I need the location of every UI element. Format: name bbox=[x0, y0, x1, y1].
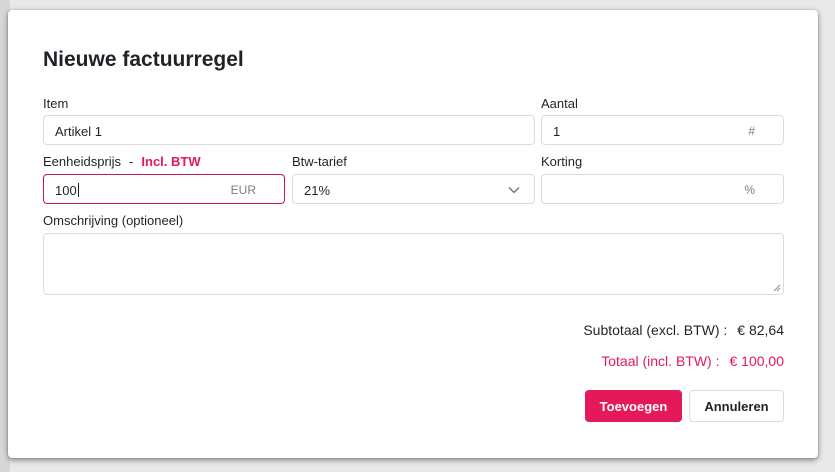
total-value: € 100,00 bbox=[729, 353, 785, 369]
vat-rate-label: Btw-tarief bbox=[292, 154, 347, 169]
item-label: Item bbox=[43, 96, 69, 111]
new-invoice-line-dialog: Nieuwe factuurregel Item Artikel 1 Aanta… bbox=[8, 10, 818, 458]
unit-price-currency: EUR bbox=[230, 183, 256, 197]
quantity-input[interactable]: 1 # bbox=[541, 115, 784, 145]
total-label: Totaal (incl. BTW) : bbox=[601, 353, 720, 369]
description-label: Omschrijving (optioneel) bbox=[43, 213, 184, 228]
unit-price-separator: - bbox=[129, 154, 134, 169]
discount-input[interactable]: % bbox=[541, 174, 784, 204]
quantity-value: 1 bbox=[553, 124, 561, 139]
quantity-unit: # bbox=[748, 124, 755, 138]
unit-price-label: Eenheidsprijs - Incl. BTW bbox=[43, 154, 201, 169]
item-value: Artikel 1 bbox=[55, 124, 102, 139]
dialog-title: Nieuwe factuurregel bbox=[43, 48, 244, 71]
discount-unit: % bbox=[744, 183, 755, 197]
unit-price-label-text: Eenheidsprijs bbox=[43, 154, 122, 169]
discount-label: Korting bbox=[541, 154, 583, 169]
total-row: Totaal (incl. BTW) : € 100,00 bbox=[601, 353, 784, 369]
text-caret bbox=[77, 183, 79, 197]
vat-rate-selected: 21% bbox=[304, 183, 331, 198]
quantity-label: Aantal bbox=[541, 96, 578, 111]
unit-price-input[interactable]: 100 EUR bbox=[43, 174, 285, 204]
cancel-button[interactable]: Annuleren bbox=[689, 390, 784, 422]
subtotal-value: € 82,64 bbox=[737, 322, 784, 338]
resize-grip-icon[interactable] bbox=[773, 284, 781, 292]
unit-price-value-wrap: 100 bbox=[55, 183, 79, 198]
subtotal-row: Subtotaal (excl. BTW) : € 82,64 bbox=[583, 322, 784, 338]
description-textarea[interactable] bbox=[43, 233, 784, 295]
tax-mode-toggle[interactable]: Incl. BTW bbox=[141, 154, 200, 169]
add-button[interactable]: Toevoegen bbox=[585, 390, 682, 422]
vat-rate-select[interactable]: 21% bbox=[292, 174, 535, 204]
item-input[interactable]: Artikel 1 bbox=[43, 115, 535, 145]
chevron-down-icon bbox=[508, 187, 520, 194]
subtotal-label: Subtotaal (excl. BTW) : bbox=[583, 322, 728, 338]
unit-price-value: 100 bbox=[55, 183, 77, 198]
